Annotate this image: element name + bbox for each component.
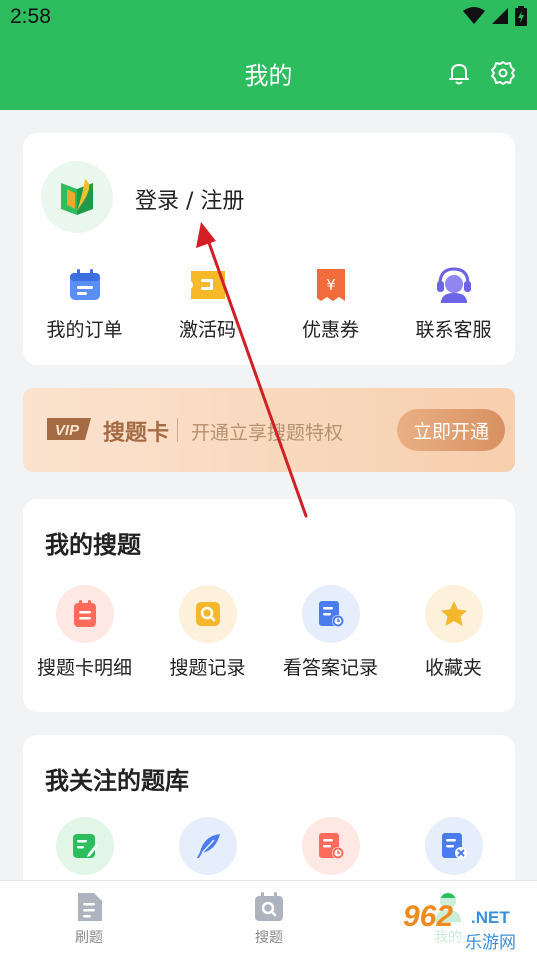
my-search-card: 我的搜题 搜题卡明细 搜题记录 看答案记录 收藏夹 — [23, 499, 515, 712]
my-search-label: 搜题记录 — [169, 657, 246, 679]
status-bar: 2:58 — [0, 0, 537, 36]
gear-icon[interactable] — [490, 60, 516, 86]
doc-clock-icon — [301, 817, 360, 875]
quick-actions-row: 我的订单 激活码 ¥ 优惠券 联系客服 — [23, 265, 515, 342]
signal-icon — [492, 8, 508, 24]
question-bank-item[interactable] — [392, 817, 515, 875]
watermark-suffix: .NET — [471, 908, 510, 927]
vip-divider — [177, 418, 178, 442]
wifi-icon — [463, 7, 485, 24]
bell-icon[interactable] — [446, 60, 472, 86]
coupons-button[interactable]: ¥ 优惠券 — [269, 265, 392, 342]
search-icon — [255, 892, 283, 921]
tab-label: 搜题 — [255, 930, 283, 946]
practice-icon — [78, 893, 102, 921]
star-icon — [424, 585, 483, 643]
app-logo-icon — [61, 179, 93, 215]
vip-banner[interactable]: VIP 搜题卡 开通立享搜题特权 立即开通 — [23, 388, 515, 472]
feather-icon — [178, 817, 237, 875]
login-register-link[interactable]: 登录 / 注册 — [135, 183, 244, 215]
quick-action-label: 我的订单 — [46, 319, 123, 341]
search-record-icon — [178, 585, 237, 643]
watermark-logo: 962 .NET 乐游网 — [395, 898, 535, 953]
profile-card: 登录 / 注册 我的订单 激活码 ¥ 优惠券 联系客服 — [23, 133, 515, 365]
my-search-label: 看答案记录 — [282, 657, 378, 679]
followed-banks-row — [23, 817, 515, 875]
watermark-number: 962 — [403, 900, 454, 933]
vip-badge-text: VIP — [55, 422, 80, 439]
vip-card-name: 搜题卡 — [103, 421, 170, 446]
question-bank-item[interactable] — [146, 817, 269, 875]
avatar[interactable] — [41, 161, 113, 233]
coupon-icon: ¥ — [311, 265, 351, 305]
section-title: 我的搜题 — [45, 531, 141, 559]
battery-icon — [515, 6, 527, 26]
status-icons — [463, 6, 527, 26]
answer-record-icon — [301, 585, 360, 643]
quick-action-label: 激活码 — [178, 319, 236, 341]
status-time: 2:58 — [10, 5, 51, 28]
tab-practice[interactable]: 刷题 — [49, 891, 129, 947]
app-bar: 我的 — [0, 36, 537, 110]
question-bank-item[interactable] — [23, 817, 146, 875]
customer-service-button[interactable]: 联系客服 — [392, 265, 515, 342]
vip-badge-icon: VIP — [47, 418, 91, 440]
list-icon — [55, 585, 114, 643]
ticket-icon — [188, 265, 228, 305]
search-card-details-button[interactable]: 搜题卡明细 — [23, 585, 146, 680]
activation-code-button[interactable]: 激活码 — [146, 265, 269, 342]
favorites-button[interactable]: 收藏夹 — [392, 585, 515, 680]
calendar-icon — [65, 265, 105, 305]
quick-action-label: 联系客服 — [415, 319, 492, 341]
my-search-label: 收藏夹 — [424, 657, 482, 679]
section-title: 我关注的题库 — [45, 767, 189, 795]
followed-banks-card: 我关注的题库 — [23, 735, 515, 895]
my-orders-button[interactable]: 我的订单 — [23, 265, 146, 342]
edit-icon — [55, 817, 114, 875]
vip-description: 开通立享搜题特权 — [191, 422, 344, 444]
tab-search[interactable]: 搜题 — [229, 891, 309, 947]
tab-label: 刷题 — [75, 930, 103, 946]
quick-action-label: 优惠券 — [301, 319, 359, 341]
question-bank-item[interactable] — [269, 817, 392, 875]
my-search-label: 搜题卡明细 — [36, 657, 132, 679]
answer-history-button[interactable]: 看答案记录 — [269, 585, 392, 680]
doc-remove-icon — [424, 817, 483, 875]
my-search-row: 搜题卡明细 搜题记录 看答案记录 收藏夹 — [23, 585, 515, 680]
svg-text:¥: ¥ — [326, 276, 336, 294]
customer-service-icon — [434, 265, 474, 305]
watermark-site: 乐游网 — [465, 933, 516, 953]
search-history-button[interactable]: 搜题记录 — [146, 585, 269, 680]
activate-vip-button[interactable]: 立即开通 — [397, 409, 505, 451]
